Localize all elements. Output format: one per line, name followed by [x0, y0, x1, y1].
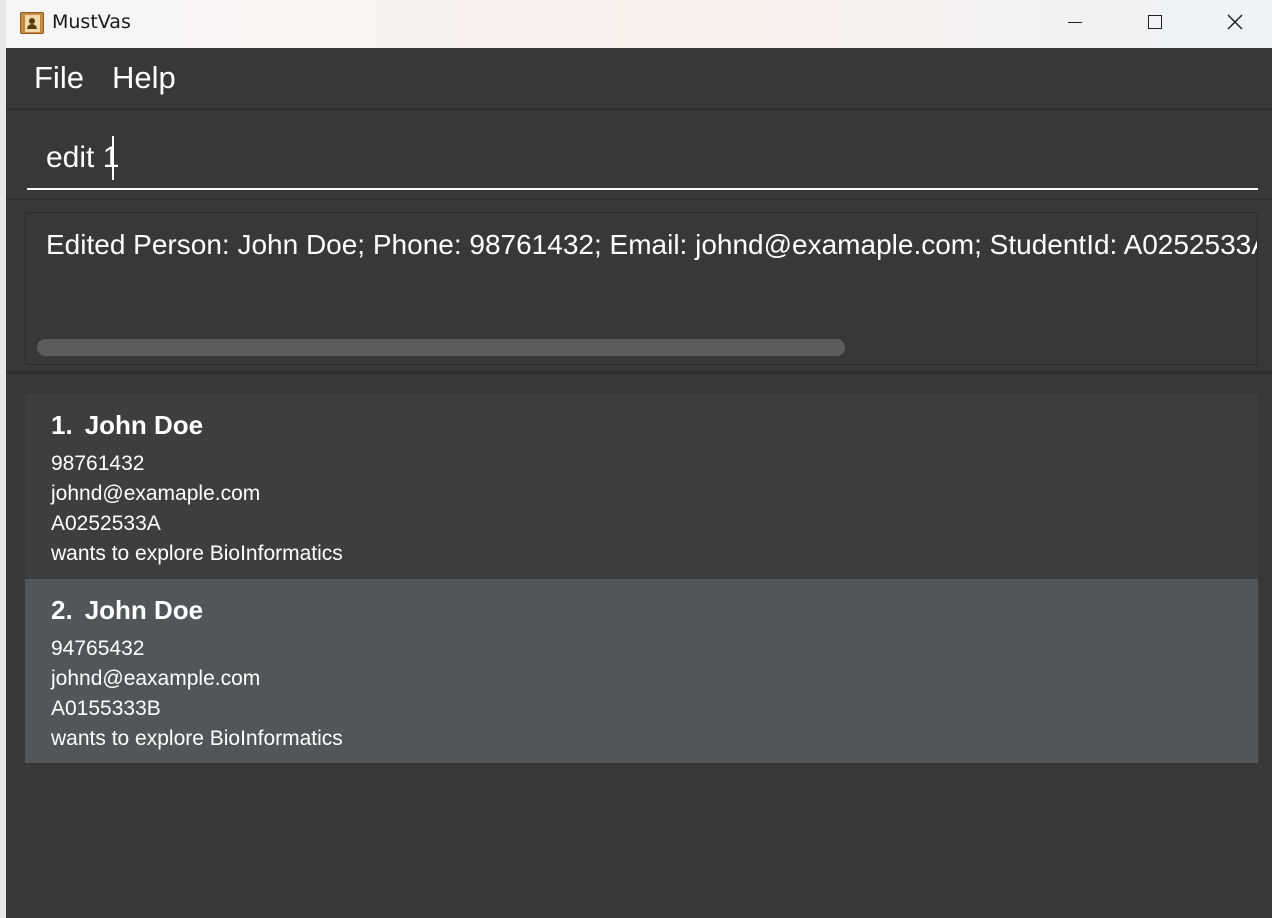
horizontal-scrollbar[interactable] — [37, 339, 845, 356]
app-window: MustVas File Help Edited Person: John Do… — [6, 0, 1272, 918]
person-card-selected[interactable]: 2. John Doe 94765432 johnd@eaxample.com A… — [25, 579, 1258, 763]
result-display[interactable]: Edited Person: John Doe; Phone: 98761432… — [25, 212, 1258, 365]
result-panel: Edited Person: John Doe; Phone: 98761432… — [6, 202, 1272, 374]
person-index: 1. — [51, 410, 73, 440]
person-email: johnd@eaxample.com — [51, 667, 261, 690]
person-note: wants to explore BioInformatics — [51, 542, 343, 565]
person-name: John Doe — [84, 595, 204, 625]
menu-file[interactable]: File — [34, 60, 84, 96]
close-icon — [1227, 14, 1243, 30]
minimize-button[interactable] — [1035, 0, 1115, 44]
person-list[interactable]: 1. John Doe 98761432 johnd@examaple.com A… — [25, 394, 1258, 764]
person-phone: 94765432 — [51, 637, 145, 660]
maximize-button[interactable] — [1115, 0, 1195, 44]
menu-help[interactable]: Help — [112, 60, 176, 96]
person-student-id: A0252533A — [51, 512, 161, 535]
menu-bar: File Help — [6, 48, 1272, 110]
person-name: John Doe — [84, 410, 204, 440]
title-bar: MustVas — [6, 0, 1272, 48]
person-email: johnd@examaple.com — [51, 482, 261, 505]
person-student-id: A0155333B — [51, 697, 161, 720]
close-button[interactable] — [1195, 0, 1272, 44]
person-card[interactable]: 1. John Doe 98761432 johnd@examaple.com A… — [25, 394, 1258, 578]
person-index: 2. — [51, 595, 73, 625]
maximize-icon — [1148, 15, 1162, 29]
window-title: MustVas — [52, 11, 131, 33]
person-phone: 98761432 — [51, 452, 145, 475]
minimize-icon — [1068, 21, 1082, 23]
command-box — [6, 112, 1272, 200]
text-caret — [112, 136, 114, 180]
person-note: wants to explore BioInformatics — [51, 727, 343, 750]
result-message: Edited Person: John Doe; Phone: 98761432… — [46, 229, 1257, 260]
address-book-icon — [20, 12, 44, 34]
command-input[interactable] — [27, 128, 1258, 190]
